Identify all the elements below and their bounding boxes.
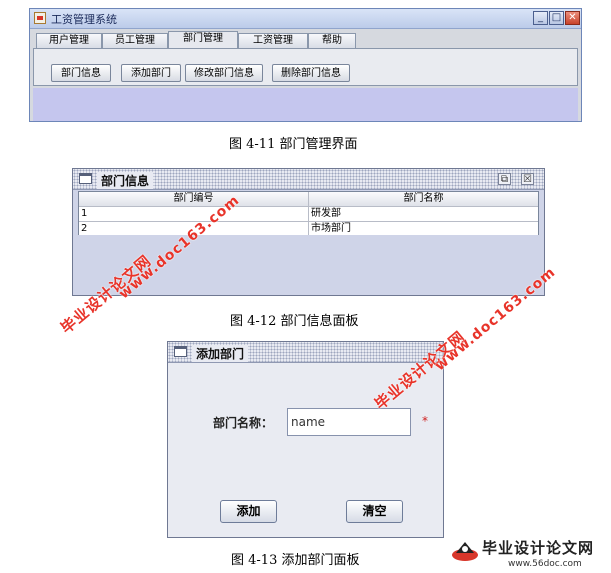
column-header-dept-name[interactable]: 部门名称 (309, 192, 538, 206)
frame-icon (79, 173, 92, 184)
main-window: 工资管理系统 _ □ ✕ 用户管理 员工管理 部门管理 工资管理 帮助 部门信息… (29, 8, 582, 122)
window-title: 工资管理系统 (51, 13, 117, 26)
frame-icon (174, 346, 187, 357)
table-row[interactable]: 1 研发部 (79, 207, 538, 222)
frame-title-bar[interactable]: 部门信息 ⧉ ☒ (73, 169, 544, 190)
add-button[interactable]: 添加 (220, 500, 277, 523)
table-cell[interactable]: 市场部门 (309, 222, 538, 236)
frame-title: 添加部门 (192, 345, 249, 362)
table-cell[interactable]: 1 (79, 207, 309, 221)
logo-url: www.56doc.com (508, 559, 582, 569)
logo-text: 毕业设计论文网 (482, 539, 595, 557)
frame-title-bar[interactable]: 添加部门 (168, 342, 443, 363)
toolbar-panel: 部门信息 添加部门 修改部门信息 删除部门信息 (33, 48, 578, 86)
figure-caption-3: 图 4-13 添加部门面板 (231, 553, 360, 568)
edit-dept-button[interactable]: 修改部门信息 (185, 64, 263, 82)
content-area (33, 88, 578, 121)
clear-button[interactable]: 清空 (346, 500, 403, 523)
tab-help[interactable]: 帮助 (308, 33, 356, 48)
minimize-button[interactable]: _ (533, 11, 548, 25)
dept-name-label: 部门名称： (213, 416, 274, 430)
frame-title: 部门信息 (97, 172, 154, 189)
required-mark: * (422, 414, 428, 428)
table-header: 部门编号 部门名称 (79, 192, 538, 207)
column-header-dept-id[interactable]: 部门编号 (79, 192, 309, 206)
tab-salary-management[interactable]: 工资管理 (238, 33, 308, 48)
dept-name-input[interactable]: name (287, 408, 411, 436)
figure-caption-2: 图 4-12 部门信息面板 (230, 314, 359, 329)
table-cell[interactable]: 研发部 (309, 207, 538, 221)
add-dept-button[interactable]: 添加部门 (121, 64, 181, 82)
close-button[interactable]: ✕ (565, 11, 580, 25)
tab-department-management[interactable]: 部门管理 (168, 31, 238, 49)
java-app-icon (34, 12, 46, 24)
site-logo: 毕业设计论文网 www.56doc.com (446, 535, 611, 573)
delete-dept-button[interactable]: 删除部门信息 (272, 64, 350, 82)
logo-icon (452, 542, 478, 561)
title-bar[interactable]: 工资管理系统 _ □ ✕ (30, 9, 581, 29)
dept-info-button[interactable]: 部门信息 (51, 64, 111, 82)
dept-table: 部门编号 部门名称 1 研发部 2 市场部门 (78, 191, 539, 238)
figure-caption-1: 图 4-11 部门管理界面 (229, 137, 358, 152)
tab-employee-management[interactable]: 员工管理 (102, 33, 168, 48)
restore-icon[interactable]: ⧉ (498, 173, 511, 185)
tab-user-management[interactable]: 用户管理 (36, 33, 102, 48)
maximize-button[interactable]: □ (549, 11, 564, 25)
tab-bar: 用户管理 员工管理 部门管理 工资管理 帮助 (33, 31, 578, 49)
close-icon[interactable]: ☒ (521, 173, 534, 185)
